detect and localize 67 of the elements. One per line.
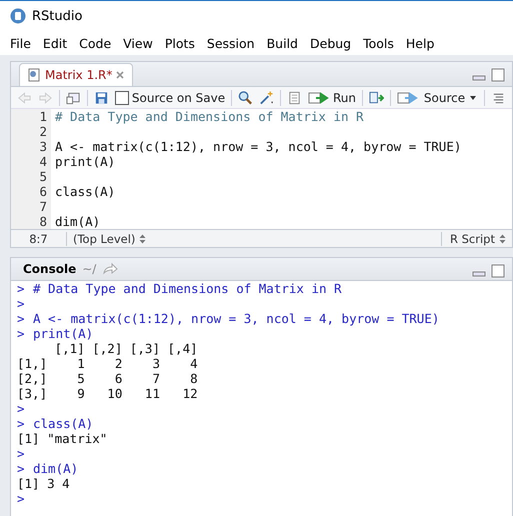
console-line: A <- matrix(c(1:12), nrow = 3, ncol = 4, byrow = TRUE) <box>33 311 440 326</box>
console-prompt: > <box>17 296 26 311</box>
maximize-icon[interactable] <box>490 263 506 279</box>
caret-icon <box>468 94 478 100</box>
line-number: 3 <box>38 139 47 154</box>
file-type-selector[interactable]: R Script <box>440 232 499 246</box>
console-prompt: > <box>17 416 26 431</box>
console-line: [1] 3 4 <box>17 476 70 491</box>
console-title: Console <box>23 262 76 276</box>
code-line: # Data Type and Dimensions of Matrix in R <box>55 109 365 124</box>
console-prompt: > <box>17 281 26 296</box>
source-button[interactable]: Source <box>396 90 478 104</box>
line-number: 1 <box>38 109 47 124</box>
menu-item[interactable]: File <box>4 36 37 50</box>
menu-item[interactable]: Tools <box>357 36 400 50</box>
line-number: 7 <box>38 199 47 214</box>
source-on-save-checkbox[interactable]: Source on Save <box>114 90 226 104</box>
line-number: 5 <box>38 169 47 184</box>
console-prompt: > <box>17 326 26 341</box>
maximize-icon[interactable] <box>490 67 506 83</box>
cursor-position: 8:7 <box>11 232 67 246</box>
console-line: dim(A) <box>33 461 78 476</box>
forward-arrow-icon[interactable] <box>102 261 118 277</box>
menu-item[interactable]: Plots <box>158 36 201 50</box>
magic-wand-icon[interactable] <box>259 90 274 106</box>
code-line: class(A) <box>55 184 116 199</box>
console-line: print(A) <box>33 326 94 341</box>
r-file-icon <box>28 68 41 82</box>
console-prompt: > <box>17 491 26 506</box>
menu-item[interactable]: Debug <box>304 36 358 50</box>
app-logo-icon <box>10 8 26 24</box>
run-arrow-icon <box>308 90 330 104</box>
menu-item[interactable]: Session <box>200 36 261 50</box>
console-prompt: > <box>17 311 26 326</box>
code-line: dim(A) <box>55 214 102 229</box>
code-line: print(A) <box>55 154 116 169</box>
save-icon[interactable] <box>94 90 109 106</box>
console-line: [3,] 9 10 11 12 <box>17 386 198 401</box>
line-number: 6 <box>38 184 47 199</box>
console-line: [1] "matrix" <box>17 431 108 446</box>
menu-item[interactable]: Help <box>400 36 440 50</box>
close-icon[interactable] <box>116 71 124 79</box>
menu-item[interactable]: Code <box>73 36 118 50</box>
up-down-icon <box>139 234 146 244</box>
scope-selector[interactable]: (Top Level) <box>67 232 140 246</box>
console-line: [1,] 1 2 3 4 <box>17 356 198 371</box>
menu-item[interactable]: Build <box>260 36 304 50</box>
run-button[interactable]: Run <box>308 90 356 104</box>
console-prompt: > <box>17 446 26 461</box>
console-line: # Data Type and Dimensions of Matrix in R <box>33 281 342 296</box>
window-title: RStudio <box>32 8 82 24</box>
console-prompt: > <box>17 401 26 416</box>
menu-item[interactable]: Edit <box>36 36 74 50</box>
console-line: [,1] [,2] [,3] [,4] <box>54 341 198 356</box>
line-number: 4 <box>38 154 47 169</box>
console-line: [2,] 5 6 7 8 <box>17 371 198 386</box>
working-directory: ~/ <box>82 262 96 276</box>
console-prompt: > <box>17 461 26 476</box>
line-number: 8 <box>38 214 47 229</box>
notebook-icon[interactable] <box>287 90 302 106</box>
editor-tab[interactable]: Matrix 1.R* <box>19 63 134 86</box>
code-line: A <- matrix(c(1:12), nrow = 3, ncol = 4, byrow = TRUE) <box>55 139 462 154</box>
menu-item[interactable]: View <box>117 36 159 50</box>
console-line: class(A) <box>33 416 94 431</box>
up-down-icon <box>499 234 506 244</box>
search-icon[interactable] <box>238 90 254 106</box>
line-number: 2 <box>38 124 47 139</box>
